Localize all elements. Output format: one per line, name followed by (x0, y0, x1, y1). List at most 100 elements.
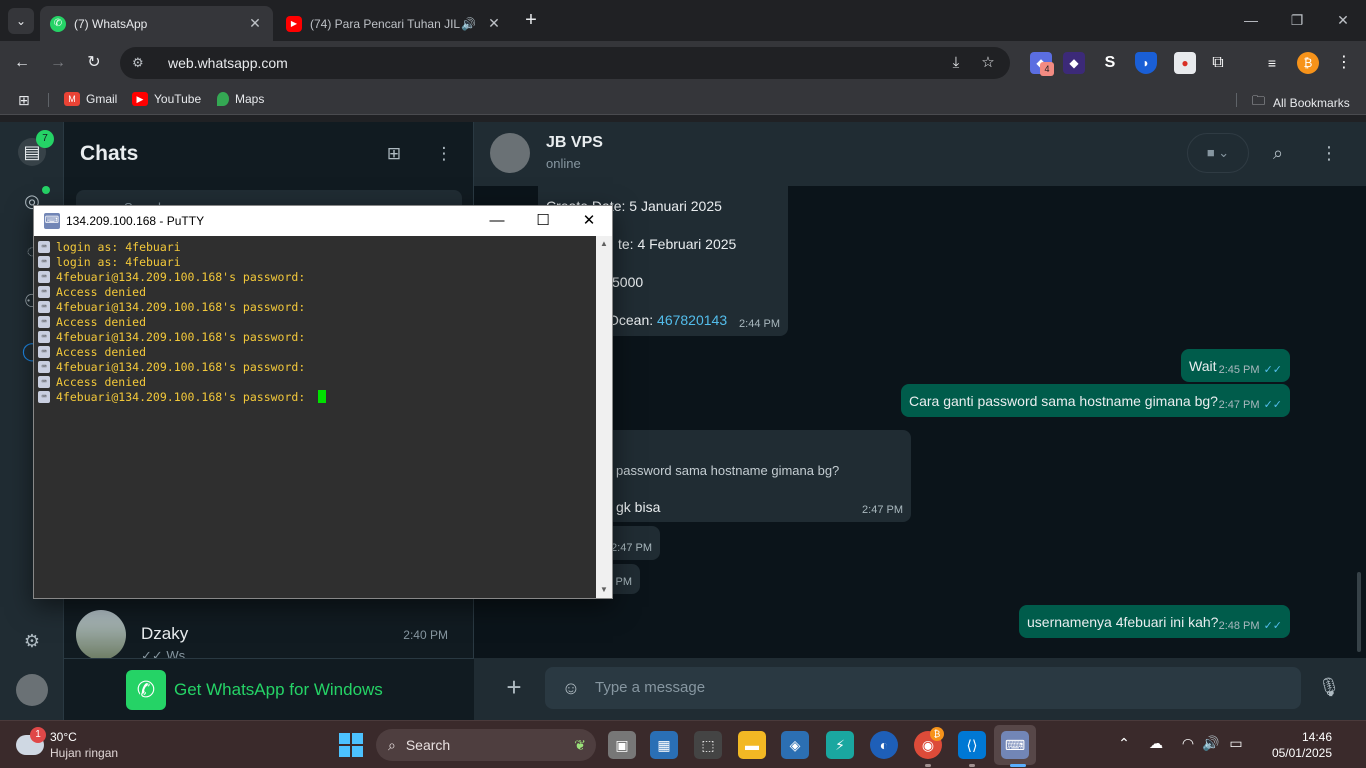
shield-extension-icon[interactable]: ◗ (1135, 52, 1157, 74)
line-icon: ⌨ (38, 300, 50, 313)
outgoing-message[interactable]: usernamenya 4febuari ini kah? 2:48 PM ✓✓ (1019, 605, 1290, 638)
profile-bitcoin-icon[interactable]: ₿ (1297, 52, 1319, 74)
system-clock[interactable]: 14:46 05/01/2025 (1252, 729, 1332, 761)
get-app-label: Get WhatsApp for Windows (174, 679, 383, 699)
task-view-icon[interactable]: ▣ (608, 731, 636, 759)
terminal-line: ⌨ 4febuari@134.209.100.168's password: (38, 269, 596, 284)
wifi-icon[interactable]: ◠ (1178, 735, 1198, 752)
video-call-button[interactable]: ■ ⌄ (1187, 133, 1249, 173)
get-whatsapp-banner[interactable]: ✆ Get WhatsApp for Windows (64, 658, 474, 720)
attach-plus-icon[interactable]: + (502, 674, 526, 700)
bookmark-label: Maps (235, 92, 265, 106)
settings-gear-icon[interactable]: ⚙ (18, 627, 46, 655)
extension-s-icon[interactable]: S (1099, 52, 1121, 74)
bookmark-gmail[interactable]: M Gmail (64, 92, 117, 106)
close-tab-icon[interactable]: ✕ (247, 15, 263, 32)
message-input[interactable]: Type a message (545, 667, 1301, 709)
terminal-line: ⌨ login as: 4febuari (38, 239, 596, 254)
bolt-app-icon[interactable]: ⚡ (826, 731, 854, 759)
address-bar[interactable]: ⚙ web.whatsapp.com (120, 47, 1010, 79)
maps-pin-icon (217, 92, 229, 106)
apps-grid-icon[interactable]: ⊞ (18, 92, 30, 109)
start-button[interactable] (339, 733, 363, 757)
install-app-icon[interactable]: ⤓ (945, 52, 967, 74)
reload-button[interactable]: ↻ (82, 51, 106, 75)
search-icon[interactable]: ⌕ (1266, 141, 1290, 165)
putty-scrollbar[interactable]: ▲ ▼ (596, 236, 612, 598)
extension-2-icon[interactable]: ◆ (1063, 52, 1085, 74)
weather-widget[interactable]: 1 30°C Hujan ringan (14, 727, 134, 763)
conversation-scrollbar[interactable] (1357, 572, 1361, 652)
battery-icon[interactable]: ▭ (1226, 735, 1246, 752)
youtube-icon: ▶ (132, 92, 148, 106)
new-tab-button[interactable]: + (520, 8, 542, 32)
tab-title: (7) WhatsApp (74, 16, 148, 31)
putty-icon: ⌨ (44, 213, 60, 229)
all-bookmarks-label: All Bookmarks (1273, 96, 1350, 110)
extensions-puzzle-icon[interactable]: ⧉ (1207, 52, 1229, 74)
outgoing-message[interactable]: Cara ganti password sama hostname gimana… (901, 384, 1290, 417)
profile-avatar[interactable] (16, 674, 48, 706)
site-info-icon[interactable]: ⚙ (132, 55, 152, 71)
tray-overflow-icon[interactable]: ⌃ (1114, 735, 1134, 752)
extension-1-icon[interactable]: ◆4 (1030, 52, 1054, 76)
chat-time: 2:40 PM (403, 628, 448, 642)
putty-window[interactable]: ⌨ 134.209.100.168 - PuTTY — ☐ ✕ ⌨ login a… (33, 205, 613, 599)
all-bookmarks[interactable]: 🗀 All Bookmarks (1252, 92, 1350, 114)
message-text: Cara ganti password sama hostname gimana… (909, 393, 1218, 409)
weather-badge: 1 (30, 727, 46, 743)
file-explorer-icon[interactable]: ▬ (738, 731, 766, 759)
forward-button[interactable]: → (46, 51, 70, 75)
phone-link[interactable]: 467820143 (657, 312, 727, 328)
widgets-app-icon[interactable]: ▦ (650, 731, 678, 759)
extension-record-icon[interactable]: ● (1174, 52, 1196, 74)
scroll-down-icon[interactable]: ▼ (596, 582, 612, 598)
tab-search-button[interactable]: ⌄ (8, 8, 34, 34)
scroll-up-icon[interactable]: ▲ (596, 236, 612, 252)
close-window-button[interactable]: ✕ (1320, 6, 1366, 34)
chrome-menu-icon[interactable]: ⋮ (1333, 52, 1355, 74)
message-text: Wait (1189, 358, 1217, 374)
line-icon: ⌨ (38, 255, 50, 268)
store-app-icon[interactable]: ⬚ (694, 731, 722, 759)
message-time: 2:44 PM (739, 318, 780, 330)
youtube-favicon-icon: ▶ (286, 15, 302, 32)
putty-close-button[interactable]: ✕ (566, 206, 612, 236)
microphone-icon[interactable]: 🎙 (1317, 675, 1341, 699)
tab-youtube[interactable]: ▶ (74) Para Pencari Tuhan JILID 🔊 ✕ (276, 6, 512, 41)
message-text: 5000 (612, 274, 644, 290)
putty-minimize-button[interactable]: — (474, 206, 520, 236)
message-composer: + Type a message ☺ 🎙 (474, 658, 1366, 720)
new-chat-icon[interactable]: ⊞ (382, 142, 406, 166)
bookmark-youtube[interactable]: ▶ YouTube (132, 92, 201, 106)
terminal-area[interactable]: ⌨ login as: 4febuari ⌨ login as: 4febuari … (34, 236, 596, 598)
line-icon: ⌨ (38, 285, 50, 298)
putty-maximize-button[interactable]: ☐ (520, 206, 566, 236)
bookmark-star-icon[interactable]: ☆ (977, 52, 999, 74)
minimize-button[interactable]: — (1228, 6, 1274, 34)
bookmark-maps[interactable]: Maps (217, 92, 264, 106)
tab-whatsapp[interactable]: ✆ (7) WhatsApp ✕ (40, 6, 273, 41)
emoji-icon[interactable]: ☺ (560, 677, 582, 699)
edge-like-icon[interactable]: ◐ (870, 731, 898, 759)
contact-name: JB VPS (546, 134, 603, 151)
volume-icon[interactable]: 🔊 (1201, 735, 1221, 752)
message-time: 2:45 PM (1218, 364, 1260, 376)
back-button[interactable]: ← (10, 51, 34, 75)
chat-item[interactable]: Dzaky 2:40 PM ✓✓ Ws (64, 610, 474, 663)
vscode-icon[interactable]: ⟨⟩ (958, 731, 986, 759)
taskbar-search[interactable]: ⌕ Search ❦ (376, 729, 596, 761)
restore-button[interactable]: ❐ (1274, 6, 1320, 34)
media-control-icon[interactable]: ≡ (1261, 52, 1283, 74)
menu-icon[interactable]: ⋮ (1317, 141, 1341, 165)
menu-icon[interactable]: ⋮ (432, 142, 456, 166)
putty-taskbar-icon[interactable]: ⌨ (1001, 731, 1029, 759)
close-tab-icon[interactable]: ✕ (486, 15, 502, 32)
outgoing-message[interactable]: Wait 2:45 PM ✓✓ (1181, 349, 1290, 382)
contact-avatar[interactable] (490, 133, 530, 173)
audio-playing-icon[interactable]: 🔊 (461, 17, 476, 31)
onedrive-error-icon[interactable]: ☁ (1146, 735, 1166, 752)
conversation-header[interactable]: JB VPS online ■ ⌄ ⌕ ⋮ (474, 122, 1366, 186)
chrome-icon[interactable]: ◉ ₿ (914, 727, 944, 759)
virtualbox-icon[interactable]: ◈ (781, 731, 809, 759)
